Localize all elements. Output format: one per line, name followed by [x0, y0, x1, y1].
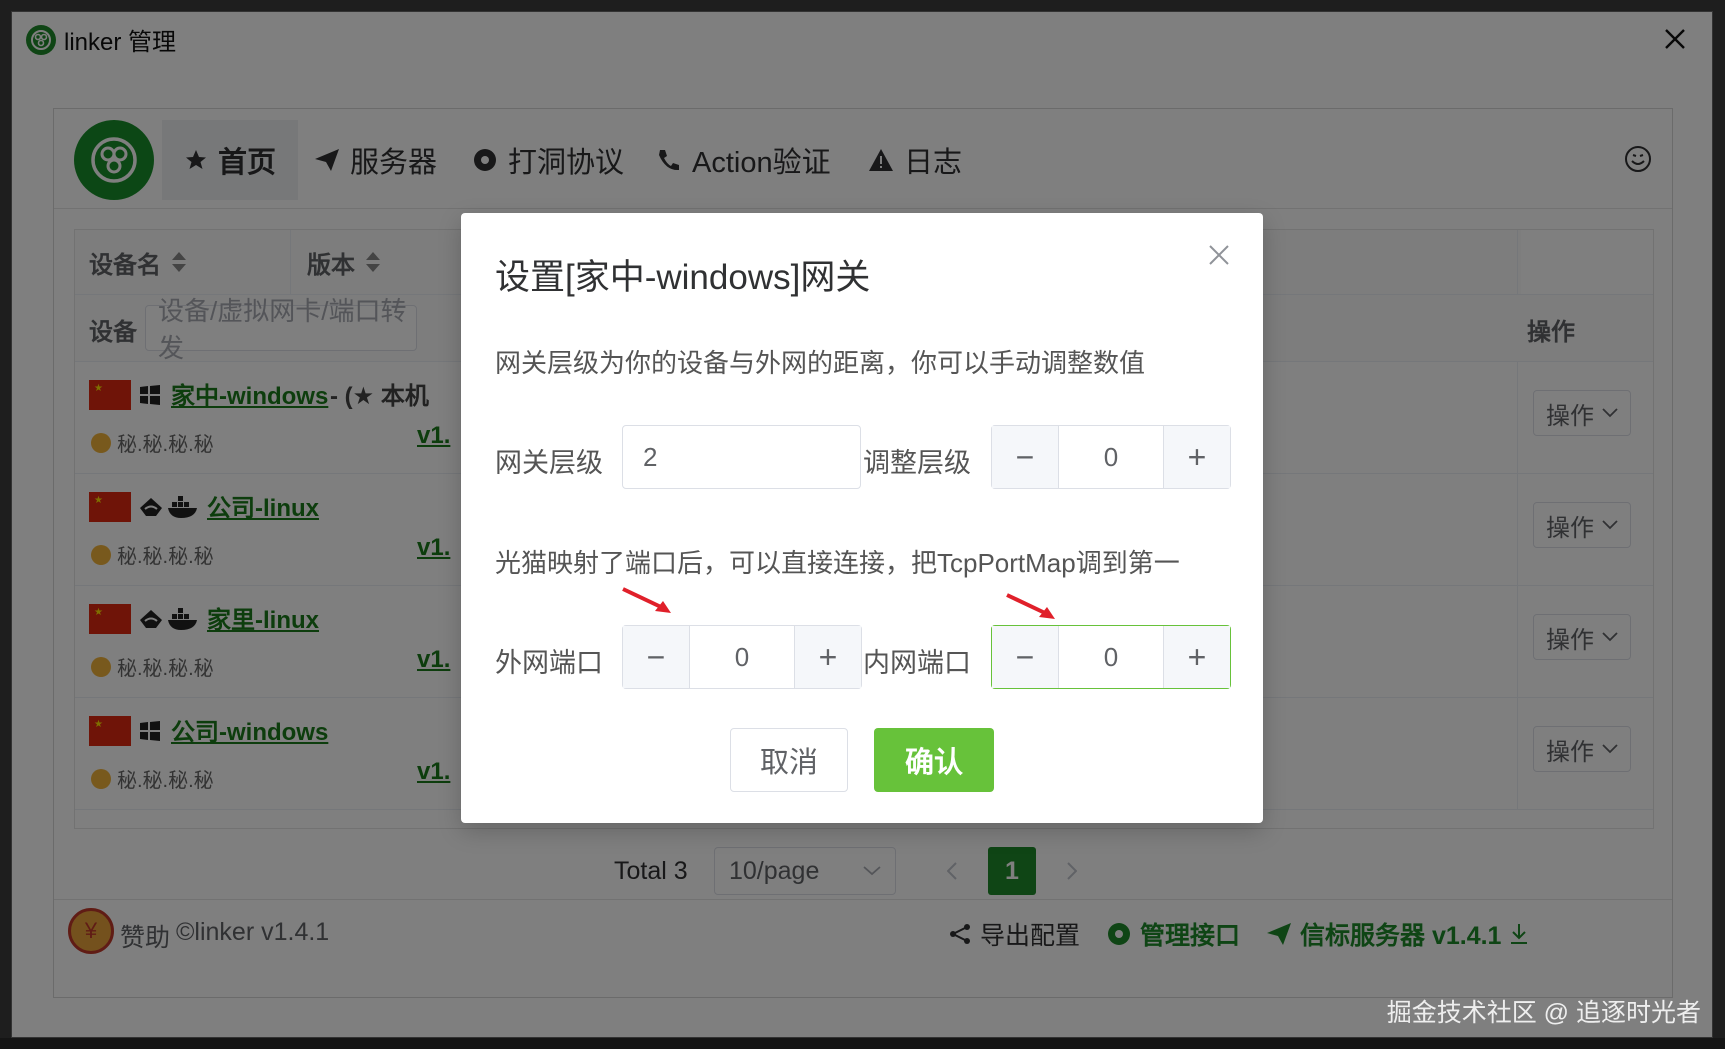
increase-button[interactable]: +	[1164, 626, 1230, 688]
wan-port-value[interactable]: 0	[689, 626, 795, 688]
red-arrow-annotation-icon	[1006, 593, 1055, 619]
dialog-description: 网关层级为你的设备与外网的距离，你可以手动调整数值	[495, 348, 1146, 378]
gateway-dialog: 设置[家中-windows]网关 网关层级为你的设备与外网的距离，你可以手动调整…	[461, 213, 1263, 823]
port-map-hint: 光猫映射了端口后，可以直接连接，把TcpPortMap调到第一	[495, 548, 1180, 578]
lan-port-value[interactable]: 0	[1058, 626, 1164, 688]
confirm-button[interactable]: 确认	[874, 728, 994, 792]
lan-port-label: 内网端口	[863, 648, 971, 678]
increase-button[interactable]: +	[795, 626, 861, 688]
gateway-level-label: 网关层级	[495, 448, 603, 478]
watermark-text: 掘金技术社区 @ 追逐时光者	[1386, 999, 1701, 1027]
adjust-level-stepper: − 0 +	[991, 425, 1231, 489]
lan-port-stepper: − 0 +	[991, 625, 1231, 689]
wan-port-stepper: − 0 +	[622, 625, 862, 689]
adjust-level-value[interactable]: 0	[1058, 426, 1164, 488]
increase-button[interactable]: +	[1164, 426, 1230, 488]
adjust-level-label: 调整层级	[863, 448, 971, 478]
cancel-button[interactable]: 取消	[730, 728, 848, 792]
decrease-button[interactable]: −	[992, 626, 1058, 688]
dialog-title: 设置[家中-windows]网关	[495, 258, 871, 297]
decrease-button[interactable]: −	[623, 626, 689, 688]
gateway-level-input[interactable]: 2	[622, 425, 861, 489]
wan-port-label: 外网端口	[495, 648, 603, 678]
red-arrow-annotation-icon	[622, 587, 671, 613]
dialog-close-icon[interactable]	[1207, 243, 1231, 267]
decrease-button[interactable]: −	[992, 426, 1058, 488]
